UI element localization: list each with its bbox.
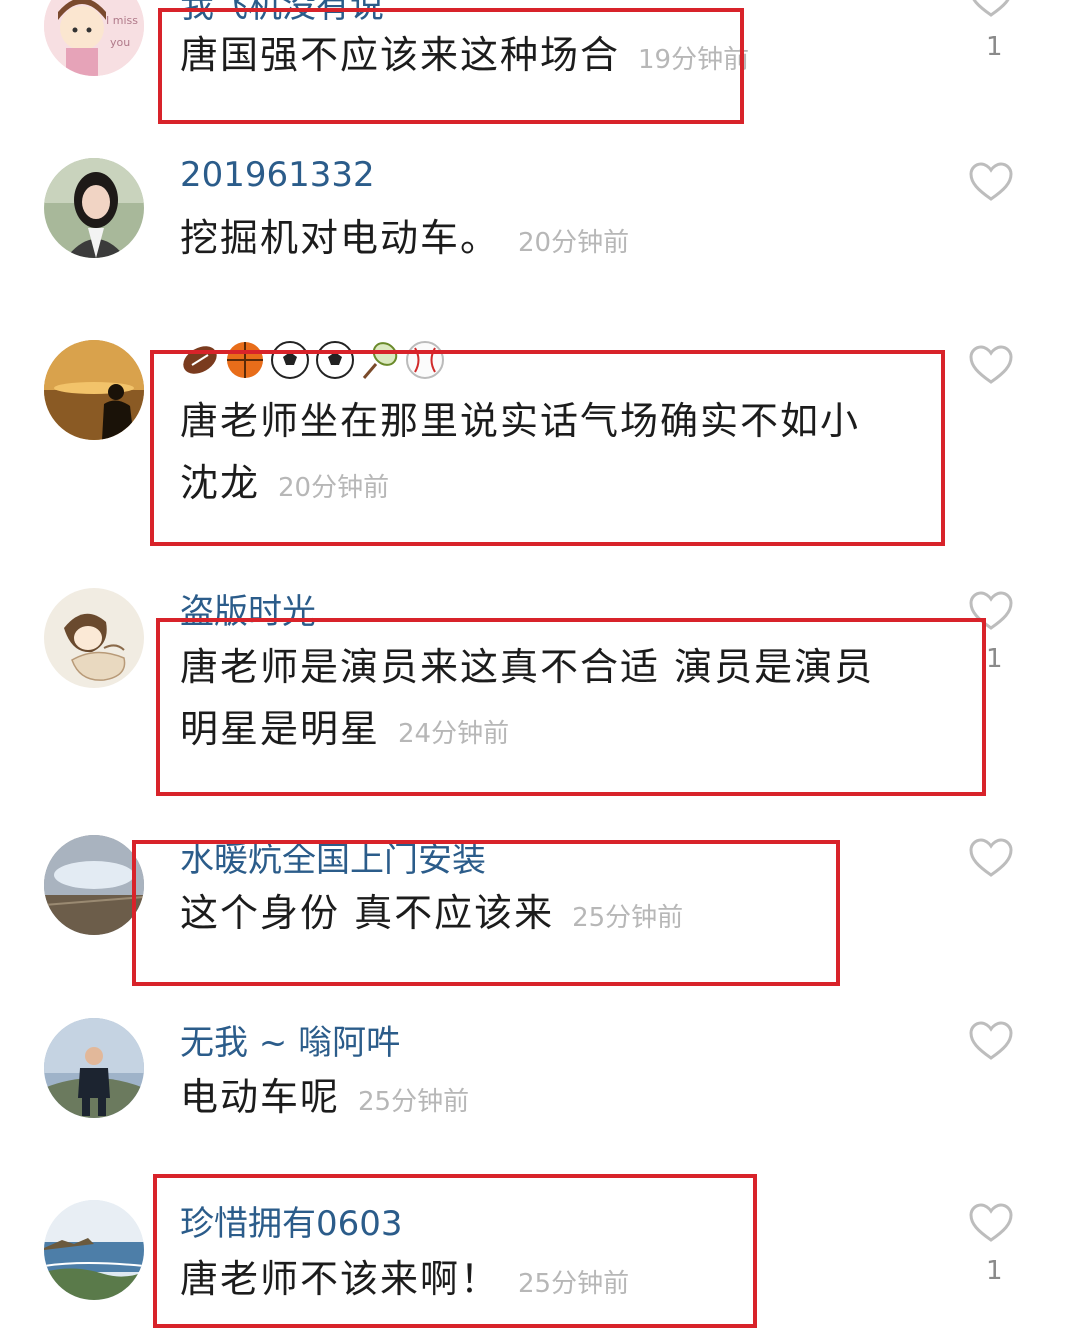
heart-icon[interactable] (968, 1203, 1014, 1243)
highlight-box (132, 840, 840, 986)
sunset-silhouette-avatar-icon (44, 340, 144, 440)
avatar[interactable] (44, 158, 144, 258)
avatar[interactable]: I miss you (44, 0, 144, 76)
svg-text:I miss: I miss (106, 14, 138, 27)
sketch-couple-avatar-icon (44, 588, 144, 688)
heart-icon[interactable] (968, 838, 1014, 878)
cartoon-girl-avatar-icon: I miss you (44, 0, 144, 76)
avatar[interactable] (44, 1200, 144, 1300)
timestamp: 25分钟前 (358, 1087, 470, 1117)
man-photo-avatar-icon (44, 1018, 144, 1118)
username[interactable]: 无我 ~ 嗡阿吽 (180, 1015, 400, 1064)
heart-icon[interactable] (968, 345, 1014, 385)
heart-icon[interactable] (968, 0, 1014, 18)
comment-1: I miss you 我飞机没有说 唐国强不应该来这种场合 19分钟前 1 (0, 0, 1072, 140)
svg-text:you: you (110, 36, 130, 49)
like-count: 1 (986, 32, 1003, 62)
coast-photo-avatar-icon (44, 1200, 144, 1300)
girl-photo-avatar-icon (44, 158, 144, 258)
like-count: 1 (986, 644, 1003, 674)
heart-icon[interactable] (968, 1021, 1014, 1061)
avatar[interactable] (44, 588, 144, 688)
highlight-box (150, 350, 945, 546)
avatar[interactable] (44, 1018, 144, 1118)
timestamp: 20分钟前 (518, 228, 630, 258)
like-count: 1 (986, 1256, 1003, 1286)
avatar[interactable] (44, 340, 144, 440)
highlight-box (158, 8, 744, 124)
comment-text: 挖掘机对电动车。 20分钟前 (180, 216, 630, 260)
heart-icon[interactable] (968, 162, 1014, 202)
highlight-box (153, 1174, 757, 1328)
username[interactable]: 201961332 (180, 155, 375, 195)
highlight-box (156, 618, 986, 796)
avatar[interactable] (44, 835, 144, 935)
comment-text: 电动车呢 25分钟前 (180, 1075, 470, 1119)
light-photo-avatar-icon (44, 835, 144, 935)
